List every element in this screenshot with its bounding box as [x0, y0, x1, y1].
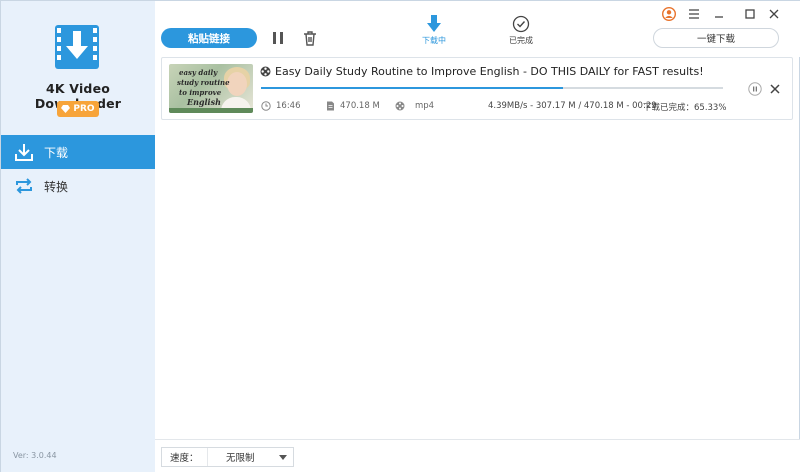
maximize-icon[interactable]	[742, 6, 758, 22]
check-circle-icon	[512, 15, 530, 33]
trash-icon[interactable]	[302, 30, 318, 46]
duration-text: 16:46	[276, 101, 301, 111]
tab-completed[interactable]: 已完成	[501, 15, 541, 46]
film-reel-icon	[260, 66, 271, 77]
speed-status-text: 4.39MB/s - 307.17 M / 470.18 M - 00:29	[488, 101, 657, 111]
thumbnail-text: to improve	[179, 88, 222, 97]
close-icon[interactable]	[766, 6, 782, 22]
downloading-arrow-icon	[427, 15, 441, 32]
film-reel-icon	[395, 101, 405, 111]
progress-text: 下载已完成：65.33%	[643, 103, 727, 113]
menu-icon[interactable]	[686, 6, 702, 22]
thumbnail-text: easy daily	[179, 68, 218, 77]
item-remove-button[interactable]	[769, 82, 781, 96]
minimize-icon[interactable]	[711, 6, 727, 22]
download-title: Easy Daily Study Routine to Improve Engl…	[260, 65, 704, 78]
pause-all-icon[interactable]	[270, 30, 286, 46]
progress-bar	[261, 87, 723, 89]
thumbnail-strip	[169, 108, 253, 113]
sidebar-item-download[interactable]: 下载	[1, 135, 155, 169]
thumbnail-face	[227, 72, 247, 96]
size-text: 470.18 M	[340, 101, 380, 111]
progress-bar-fill	[261, 87, 563, 89]
speed-limit-value: 无限制	[226, 453, 255, 464]
toolbar: 粘贴链接 下载中 已完成 一键下载	[155, 1, 800, 57]
sidebar: 4K Video Downloader PRO 下载 转换 Ver: 3.0.4…	[1, 1, 155, 472]
sidebar-item-label: 转换	[44, 179, 69, 194]
item-pause-button[interactable]	[748, 82, 762, 96]
pro-badge-label: PRO	[73, 104, 95, 114]
one-click-download-button[interactable]: 一键下载	[653, 28, 779, 48]
tab-completed-label: 已完成	[509, 36, 533, 45]
diamond-icon	[61, 105, 71, 113]
tab-downloading-label: 下载中	[422, 36, 446, 45]
sidebar-item-label: 下载	[44, 145, 69, 160]
app-logo	[55, 25, 99, 69]
paste-link-button[interactable]: 粘贴链接	[161, 28, 257, 48]
account-icon[interactable]	[661, 6, 677, 22]
size-meta: 470.18 M	[326, 101, 380, 111]
file-icon	[327, 101, 334, 111]
video-thumbnail: easy daily study routine to improve Engl…	[169, 64, 253, 113]
speed-limit-control: 速度： 无限制	[161, 447, 294, 467]
sidebar-item-convert[interactable]: 转换	[1, 169, 155, 203]
thumbnail-text: English	[187, 97, 221, 107]
pause-circle-icon	[748, 82, 762, 96]
download-title-text: Easy Daily Study Routine to Improve Engl…	[275, 65, 704, 78]
clock-icon	[261, 101, 271, 111]
chevron-down-icon	[279, 454, 287, 460]
tab-downloading[interactable]: 下载中	[414, 15, 454, 46]
convert-icon	[16, 178, 32, 194]
app-window: 4K Video Downloader PRO 下载 转换 Ver: 3.0.4…	[0, 0, 800, 472]
duration-meta: 16:46	[261, 101, 301, 111]
download-icon	[15, 144, 33, 161]
format-meta: mp4	[395, 101, 434, 111]
version-label: Ver: 3.0.44	[13, 451, 57, 460]
download-item[interactable]: easy daily study routine to improve Engl…	[161, 57, 793, 120]
speed-limit-select[interactable]: 无限制	[208, 450, 293, 464]
close-icon	[770, 84, 780, 94]
speed-label: 速度：	[162, 448, 208, 466]
thumbnail-text: study routine	[177, 78, 230, 87]
bottom-bar: 速度： 无限制	[155, 439, 800, 472]
pro-badge: PRO	[57, 101, 99, 117]
format-text: mp4	[415, 101, 435, 111]
